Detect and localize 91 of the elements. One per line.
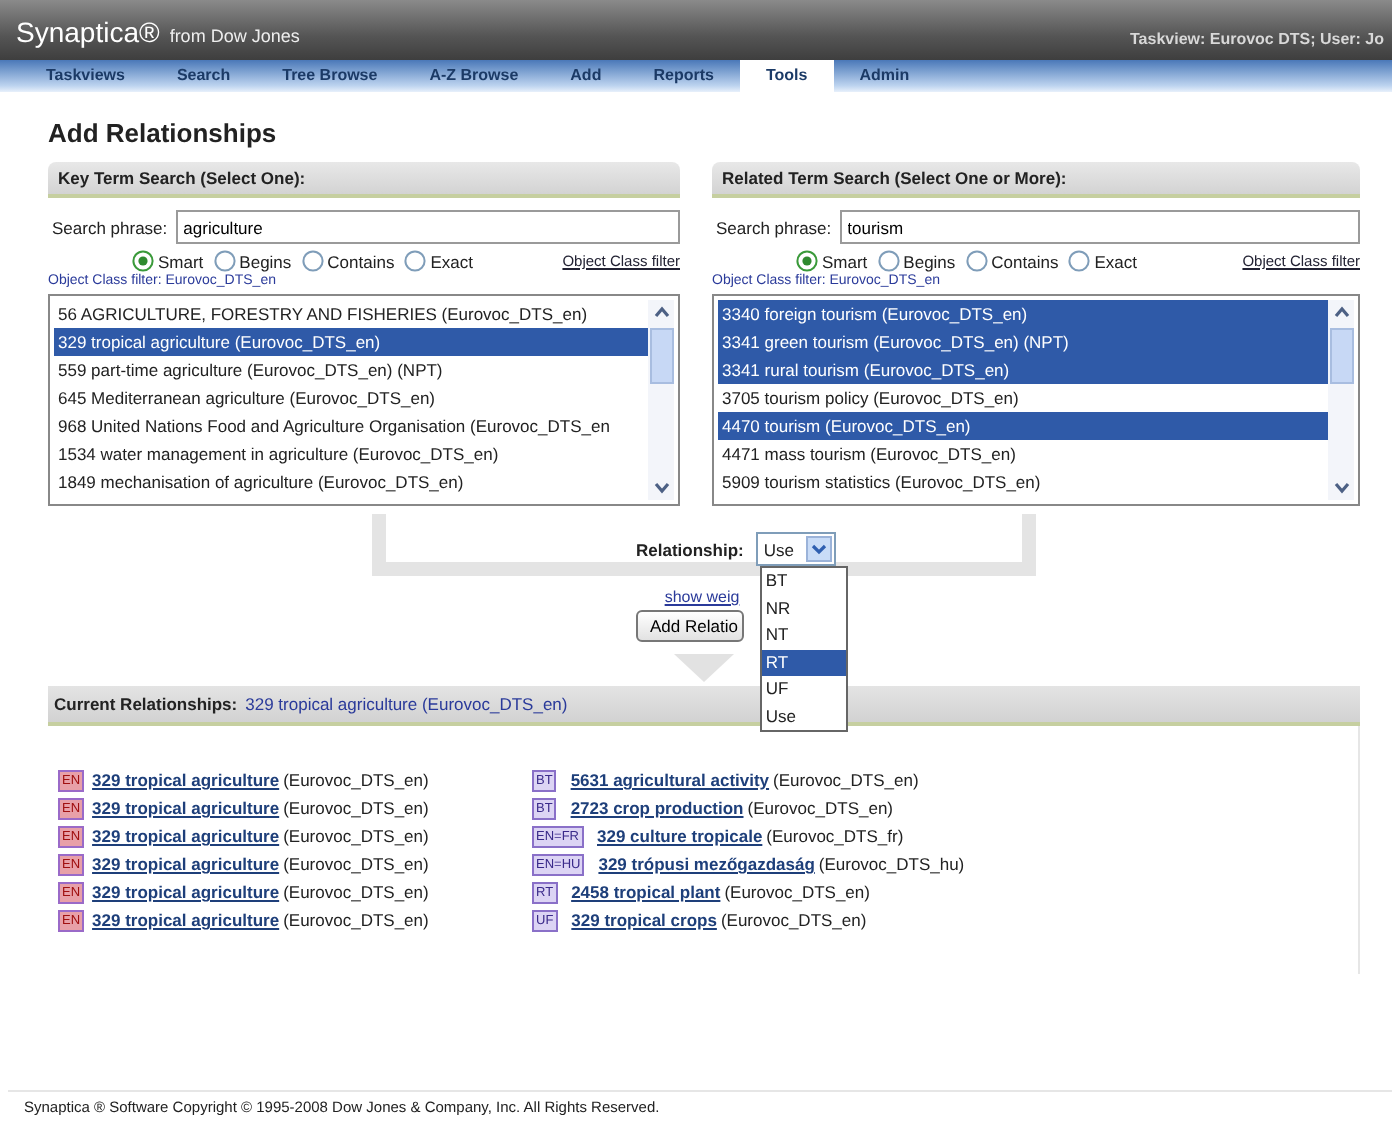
radio-button[interactable] xyxy=(796,250,818,272)
radio-button[interactable] xyxy=(132,250,154,272)
search-field[interactable]: agriculture xyxy=(175,210,680,244)
radio-label: Smart xyxy=(158,251,204,271)
radio-label: Smart xyxy=(822,251,868,271)
dropdown-option[interactable]: Use xyxy=(761,703,846,730)
scheme-text: (Eurovoc_DTS_en) xyxy=(724,882,870,902)
scroll-thumb[interactable] xyxy=(649,328,673,384)
list-item[interactable]: 5909 tourism statistics (Eurovoc_DTS_en) xyxy=(718,468,1328,496)
list-item[interactable]: 1849 mechanisation of agriculture (Eurovoc_DTS_en) xyxy=(54,468,648,496)
nav-tab[interactable]: Taskviews xyxy=(20,60,151,92)
radio-button[interactable] xyxy=(965,250,988,272)
dropdown-option[interactable]: RT xyxy=(761,649,846,676)
page-title: Add Relationships xyxy=(48,118,279,148)
scheme-text: (Eurovoc_DTS_en) xyxy=(283,882,429,902)
scheme-text: (Eurovoc_DTS_en) xyxy=(773,770,919,790)
results-list[interactable] xyxy=(712,294,1360,506)
radio-label: Exact xyxy=(430,251,473,271)
term-link[interactable]: 2723 crop production xyxy=(570,798,744,818)
term-link[interactable]: 329 tropical agriculture xyxy=(92,910,280,930)
scheme-text: (Eurovoc_DTS_en) xyxy=(283,854,429,874)
nav-tab[interactable]: Tools xyxy=(739,60,834,92)
dropdown-option[interactable]: BT xyxy=(761,568,846,595)
dropdown-option[interactable]: NR xyxy=(761,595,846,622)
relationship-label: Relationship: xyxy=(636,539,744,559)
radio-label: Contains xyxy=(327,251,395,271)
list-item[interactable]: 645 Mediterranean agriculture (Eurovoc_DTS_en) xyxy=(54,384,648,412)
scheme-text: (Eurovoc_DTS_en) xyxy=(283,770,429,790)
panel-header: Key Term Search (Select One): xyxy=(48,162,680,198)
term-link[interactable]: 329 tropical agriculture xyxy=(92,798,280,818)
nav-tab[interactable]: Reports xyxy=(627,60,740,92)
radio-button[interactable] xyxy=(301,250,324,272)
nav-tab[interactable]: Admin xyxy=(833,60,936,92)
field-label: Search phrase: xyxy=(716,217,832,237)
list-item[interactable]: 3705 tourism policy (Eurovoc_DTS_en) xyxy=(718,384,1328,412)
term-link[interactable]: 329 tropical agriculture xyxy=(92,770,280,790)
scheme-text: (Eurovoc_DTS_en) xyxy=(283,798,429,818)
nav-tab[interactable]: Search xyxy=(150,60,257,92)
list-item[interactable]: 1534 water management in agriculture (Eurovoc_DTS_en) xyxy=(54,440,648,468)
nav-tab[interactable]: A-Z Browse xyxy=(403,60,545,92)
list-item[interactable]: 3340 foreign tourism (Eurovoc_DTS_en) xyxy=(718,300,1328,328)
results-list[interactable] xyxy=(48,294,680,506)
radio-button[interactable] xyxy=(1068,250,1091,272)
scrollbar[interactable] xyxy=(1328,300,1354,500)
scheme-text: (Eurovoc_DTS_fr) xyxy=(766,826,904,846)
term-link[interactable]: 329 culture tropicale xyxy=(597,826,763,846)
list-item[interactable]: 559 part-time agriculture (Eurovoc_DTS_en) (NPT) xyxy=(54,356,648,384)
list-item[interactable]: 4470 tourism (Eurovoc_DTS_en) xyxy=(718,412,1328,440)
weights-link[interactable]: show weig xyxy=(664,588,740,606)
term-link[interactable]: 329 tropical agriculture xyxy=(92,826,280,846)
list-item[interactable]: 329 tropical agriculture (Eurovoc_DTS_en) xyxy=(54,328,648,356)
field-label: Search phrase: xyxy=(52,217,168,237)
user-info: Taskview: Eurovoc DTS; User: Jo xyxy=(1130,30,1384,48)
list-item[interactable]: 56 AGRICULTURE, FORESTRY AND FISHERIES (Eurovoc_DTS_en) xyxy=(54,300,648,328)
radio-button[interactable] xyxy=(877,250,900,272)
term-link[interactable]: 329 tropical agriculture xyxy=(92,854,280,874)
radio-label: Begins xyxy=(239,251,292,271)
radio-label: Contains xyxy=(991,251,1059,271)
radio-button[interactable] xyxy=(404,250,427,272)
radio-label: Begins xyxy=(903,251,956,271)
brand-name: Synaptica® xyxy=(16,16,160,48)
down-arrow-icon xyxy=(674,654,734,682)
nav-tab[interactable]: Add xyxy=(544,60,628,92)
scroll-thumb[interactable] xyxy=(1329,328,1353,384)
scrollbar[interactable] xyxy=(648,300,674,500)
term-link[interactable]: 329 tropical crops xyxy=(571,910,717,930)
scheme-text: (Eurovoc_DTS_hu) xyxy=(818,854,965,874)
dropdown-option[interactable]: UF xyxy=(761,676,846,703)
current-label: Current Relationships: xyxy=(54,694,238,714)
term-link[interactable]: 5631 agricultural activity xyxy=(570,770,770,790)
scheme-text: (Eurovoc_DTS_en) xyxy=(720,910,867,930)
relationship-select[interactable]: Use xyxy=(755,532,836,566)
brand-subtitle: from Dow Jones xyxy=(169,26,300,46)
nav-tab[interactable]: Tree Browse xyxy=(256,60,404,92)
term-link[interactable]: 2458 tropical plant xyxy=(571,882,721,902)
radio-button[interactable] xyxy=(213,250,236,272)
list-item[interactable]: 968 United Nations Food and Agriculture Organisation (Eurovoc_DTS_en xyxy=(54,412,648,440)
scheme-text: (Eurovoc_DTS_en) xyxy=(283,826,429,846)
list-item[interactable]: 3341 green tourism (Eurovoc_DTS_en) (NPT) xyxy=(718,328,1328,356)
term-link[interactable]: 329 trópusi mezőgazdaság xyxy=(598,854,815,874)
term-link[interactable]: 329 tropical agriculture xyxy=(92,882,280,902)
scheme-text: (Eurovoc_DTS_en) xyxy=(283,910,429,930)
panel-header: Related Term Search (Select One or More): xyxy=(712,162,1360,198)
list-item[interactable]: 4471 mass tourism (Eurovoc_DTS_en) xyxy=(718,440,1328,468)
dropdown-option[interactable]: NT xyxy=(761,622,846,649)
current-term: 329 tropical agriculture (Eurovoc_DTS_en) xyxy=(245,694,568,714)
radio-label: Exact xyxy=(1094,251,1137,271)
list-item[interactable]: 3341 rural tourism (Eurovoc_DTS_en) xyxy=(718,356,1328,384)
scheme-text: (Eurovoc_DTS_en) xyxy=(747,798,894,818)
search-field[interactable]: tourism xyxy=(839,210,1360,244)
add-relationship-button[interactable]: Add Relatio xyxy=(636,610,744,642)
